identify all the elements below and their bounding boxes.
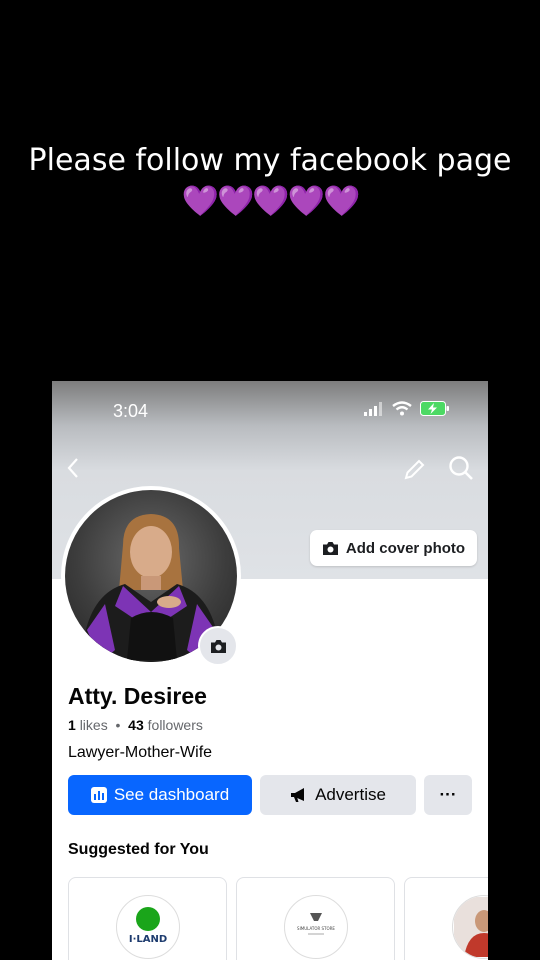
suggested-page-logo: SIMULATOR STORE bbox=[284, 895, 348, 959]
battery-charging-icon bbox=[420, 401, 449, 416]
change-profile-photo-button[interactable] bbox=[198, 626, 238, 666]
followers-label[interactable]: followers bbox=[148, 717, 203, 733]
suggested-page-logo-text: I·LAND bbox=[129, 934, 167, 945]
suggested-page-logo: I·LAND bbox=[116, 895, 180, 959]
suggested-section-title: Suggested for You bbox=[68, 841, 209, 858]
advertise-label: Advertise bbox=[315, 785, 386, 804]
suggested-page-card[interactable] bbox=[404, 877, 488, 960]
back-icon[interactable] bbox=[66, 457, 80, 484]
caption-text: Please follow my facebook page bbox=[28, 143, 512, 178]
likes-count: 1 bbox=[68, 717, 76, 733]
add-cover-photo-label: Add cover photo bbox=[345, 539, 466, 557]
page-name: Atty. Desiree bbox=[68, 683, 207, 709]
advertise-button[interactable]: Advertise bbox=[260, 775, 416, 815]
add-cover-photo-button[interactable]: Add cover photo bbox=[310, 530, 477, 566]
suggested-page-card[interactable]: SIMULATOR STORE bbox=[236, 877, 395, 960]
camera-icon bbox=[322, 541, 338, 555]
suggested-page-logo bbox=[452, 895, 488, 959]
camera-icon bbox=[210, 639, 226, 653]
more-options-button[interactable]: ··· bbox=[424, 775, 472, 815]
dashboard-icon bbox=[90, 787, 107, 803]
page-bio: Lawyer-Mother-Wife bbox=[68, 744, 213, 761]
followers-count: 43 bbox=[128, 717, 144, 733]
see-dashboard-button[interactable]: See dashboard bbox=[68, 775, 252, 815]
signal-icon bbox=[364, 401, 382, 416]
pencil-icon[interactable] bbox=[403, 457, 427, 486]
likes-label[interactable]: likes bbox=[80, 717, 108, 733]
suggested-page-logo-text: SIMULATOR STORE bbox=[297, 926, 335, 931]
phone-screenshot: 3:04 Add cover photo Atty. Desiree 1 lik… bbox=[52, 381, 488, 960]
purple-hearts: 💜💜💜💜💜 bbox=[181, 184, 361, 219]
page-stats: 1 likes • 43 followers bbox=[68, 717, 203, 733]
video-caption: Please follow my facebook page 💜💜💜💜💜 bbox=[0, 140, 540, 222]
status-time: 3:04 bbox=[113, 401, 149, 421]
suggested-page-card[interactable]: I·LAND bbox=[68, 877, 227, 960]
see-dashboard-label: See dashboard bbox=[113, 785, 230, 804]
megaphone-icon bbox=[291, 788, 305, 802]
wifi-icon bbox=[392, 401, 412, 416]
status-icons bbox=[364, 401, 450, 416]
search-icon[interactable] bbox=[448, 455, 474, 486]
